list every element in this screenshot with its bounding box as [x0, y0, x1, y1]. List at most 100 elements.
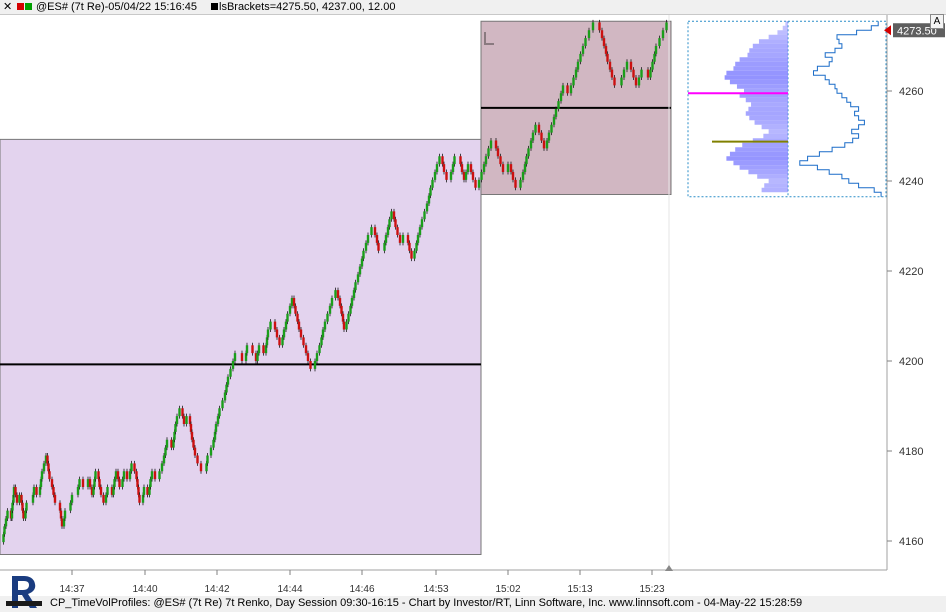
volume-bin — [749, 48, 788, 53]
auto-scale-button[interactable]: A — [930, 14, 944, 29]
renko-brick-down — [193, 447, 197, 456]
volume-bin — [742, 142, 788, 148]
renko-brick-up — [334, 290, 337, 298]
renko-brick-down — [499, 156, 502, 165]
renko-brick-up — [435, 164, 439, 172]
renko-brick-up — [318, 345, 321, 354]
renko-brick-up — [420, 219, 424, 228]
renko-brick-up — [487, 148, 490, 157]
renko-brick-up — [651, 61, 654, 70]
volume-bin — [739, 57, 788, 62]
renko-brick-up — [531, 132, 535, 141]
renko-brick-down — [613, 77, 616, 86]
volume-bin — [768, 34, 788, 40]
renko-brick-up — [313, 361, 317, 369]
volume-bin — [764, 183, 788, 188]
renko-brick-up — [625, 61, 629, 70]
time-tick-label: 14:37 — [59, 584, 84, 595]
renko-brick-down — [297, 321, 301, 330]
price-tick-label: 4220 — [899, 266, 923, 278]
investor-rt-logo-icon — [6, 576, 42, 608]
study-label: lsBrackets=4275.50, 4237.00, 12.00 — [219, 1, 396, 13]
renko-brick-up — [226, 376, 230, 385]
renko-brick-down — [336, 290, 340, 298]
renko-brick-up — [229, 368, 232, 377]
time-tick-label: 14:46 — [349, 584, 374, 595]
green-swatch-icon — [25, 3, 32, 10]
renko-brick-down — [340, 305, 343, 314]
renko-brick-down — [81, 479, 85, 487]
renko-brick-down — [396, 227, 399, 235]
renko-brick-up — [489, 140, 493, 149]
volume-bin — [745, 97, 788, 103]
renko-brick-down — [53, 494, 57, 503]
renko-brick-up — [130, 463, 133, 472]
renko-brick-up — [572, 77, 575, 86]
renko-brick-up — [269, 321, 272, 330]
chart-title-bar: ✕ @ES# (7t Re)-05/04/22 15:16:45 lsBrack… — [0, 0, 946, 15]
renko-brick-up — [94, 471, 97, 480]
renko-brick-down — [604, 46, 608, 54]
renko-brick-down — [306, 353, 310, 361]
renko-brick-down — [116, 471, 120, 480]
status-footer: CP_TimeVolProfiles: @ES# (7t Re) 7t Renk… — [0, 596, 946, 612]
renko-brick-up — [453, 156, 456, 165]
volume-bin — [749, 115, 788, 121]
renko-brick-up — [661, 30, 665, 39]
renko-brick-down — [501, 164, 505, 172]
renko-brick-down — [373, 227, 377, 235]
renko-brick-up — [223, 392, 227, 401]
renko-brick-down — [251, 345, 254, 354]
volume-bin — [785, 21, 788, 26]
renko-brick-down — [14, 487, 17, 495]
volume-bin — [761, 187, 788, 193]
volume-bin — [726, 156, 788, 161]
volume-bin — [757, 174, 788, 179]
volume-bin — [758, 39, 788, 44]
renko-brick-up — [413, 250, 416, 259]
renko-brick-down — [273, 321, 277, 330]
renko-brick-down — [292, 298, 296, 306]
renko-brick-up — [221, 400, 224, 409]
renko-brick-down — [125, 471, 129, 480]
renko-brick-up — [185, 416, 188, 424]
renko-brick-up — [326, 313, 329, 322]
black-swatch-icon — [211, 3, 218, 10]
renko-brick-up — [32, 487, 36, 495]
renko-brick-up — [256, 353, 259, 361]
renko-brick-down — [98, 479, 101, 487]
volume-bin — [752, 43, 788, 49]
renko-brick-up — [557, 101, 560, 109]
renko-brick-up — [257, 345, 261, 354]
renko-brick-up — [174, 424, 177, 432]
renko-brick-up — [622, 69, 626, 78]
renko-brick-up — [506, 164, 510, 172]
renko-brick-up — [142, 487, 146, 495]
renko-brick-up — [231, 361, 235, 369]
renko-brick-down — [192, 439, 195, 448]
volume-bin — [761, 124, 788, 130]
volume-bin — [782, 25, 788, 31]
renko-brick-down — [118, 479, 121, 487]
renko-brick-up — [122, 471, 126, 480]
renko-brick-up — [484, 156, 488, 165]
renko-brick-up — [591, 22, 595, 31]
chart-canvas[interactable]: 4160418042004220424042604273.50 14:37 14:… — [0, 0, 946, 612]
renko-brick-up — [370, 227, 373, 235]
renko-brick-up — [545, 140, 549, 149]
renko-brick-up — [160, 463, 164, 472]
renko-brick-down — [48, 471, 51, 480]
renko-brick-up — [423, 211, 426, 220]
renko-brick-down — [294, 305, 297, 314]
close-icon[interactable]: ✕ — [3, 0, 12, 14]
renko-brick-up — [328, 305, 332, 314]
renko-brick-up — [649, 69, 652, 78]
volume-bin — [745, 111, 788, 116]
renko-brick-up — [390, 211, 393, 220]
renko-brick-down — [377, 242, 380, 251]
price-tick-label: 4160 — [899, 536, 923, 548]
renko-brick-up — [6, 510, 9, 519]
renko-brick-up — [640, 69, 643, 78]
renko-brick-up — [70, 494, 74, 503]
renko-brick-down — [394, 219, 397, 228]
